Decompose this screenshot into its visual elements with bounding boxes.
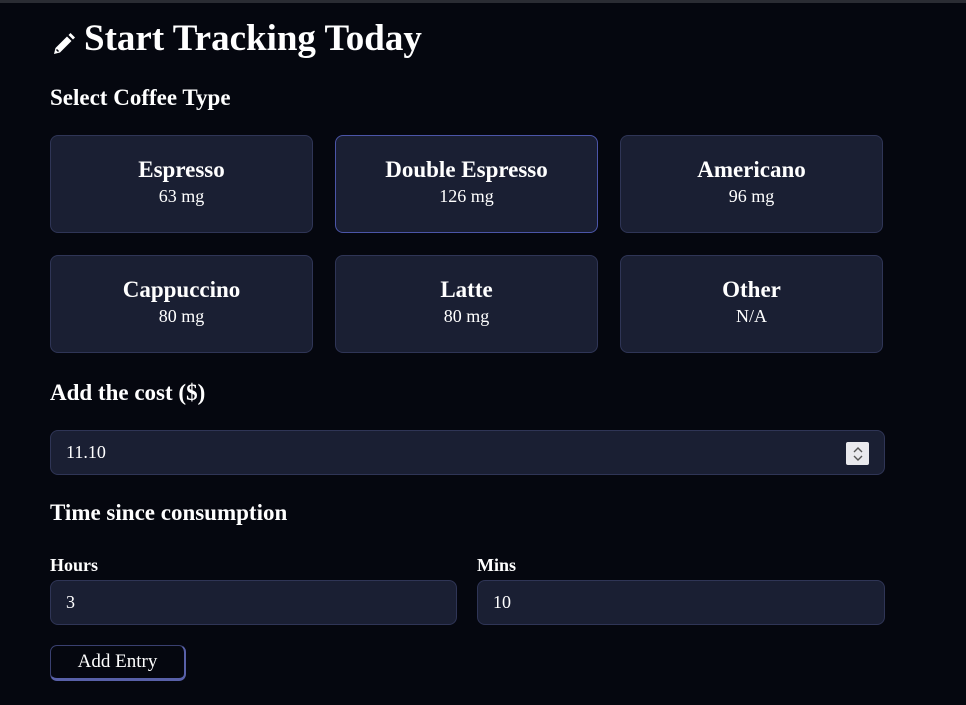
- coffee-caffeine: N/A: [736, 306, 767, 326]
- coffee-name: Cappuccino: [122, 277, 241, 302]
- mins-label: Mins: [477, 555, 517, 575]
- coffee-caffeine: 96 mg: [728, 186, 775, 206]
- coffee-name: Double Espresso: [385, 157, 548, 182]
- coffee-caffeine: 80 mg: [158, 306, 205, 326]
- coffee-name: Espresso: [138, 157, 225, 182]
- page-title: Start Tracking Today: [50, 16, 422, 60]
- window-top-border: [0, 0, 966, 3]
- coffee-name: Other: [722, 277, 781, 302]
- mins-input[interactable]: 10: [477, 580, 885, 625]
- add-entry-button[interactable]: Add Entry: [50, 645, 186, 681]
- coffee-name: Americano: [697, 157, 806, 182]
- coffee-caffeine: 126 mg: [439, 186, 494, 206]
- time-since-label: Time since consumption: [50, 500, 288, 525]
- cost-input[interactable]: 11.10: [50, 430, 885, 475]
- mins-value: 10: [493, 592, 511, 612]
- cost-label: Add the cost ($): [50, 380, 206, 405]
- number-spinner[interactable]: [846, 442, 869, 465]
- coffee-card-cappuccino[interactable]: Cappuccino 80 mg: [50, 255, 313, 353]
- coffee-card-other[interactable]: Other N/A: [620, 255, 883, 353]
- coffee-card-espresso[interactable]: Espresso 63 mg: [50, 135, 313, 233]
- hours-label: Hours: [50, 555, 99, 575]
- coffee-card-americano[interactable]: Americano 96 mg: [620, 135, 883, 233]
- coffee-type-label: Select Coffee Type: [50, 85, 231, 110]
- pencil-icon: [50, 25, 76, 54]
- coffee-caffeine: 80 mg: [443, 306, 490, 326]
- coffee-card-double-espresso[interactable]: Double Espresso 126 mg: [335, 135, 598, 233]
- hours-input[interactable]: 3: [50, 580, 457, 625]
- cost-value: 11.10: [66, 442, 106, 462]
- spinner-arrows-icon: [853, 446, 862, 461]
- coffee-caffeine: 63 mg: [158, 186, 205, 206]
- hours-value: 3: [66, 592, 75, 612]
- coffee-card-latte[interactable]: Latte 80 mg: [335, 255, 598, 353]
- page-title-text: Start Tracking Today: [84, 17, 422, 59]
- coffee-name: Latte: [440, 277, 493, 302]
